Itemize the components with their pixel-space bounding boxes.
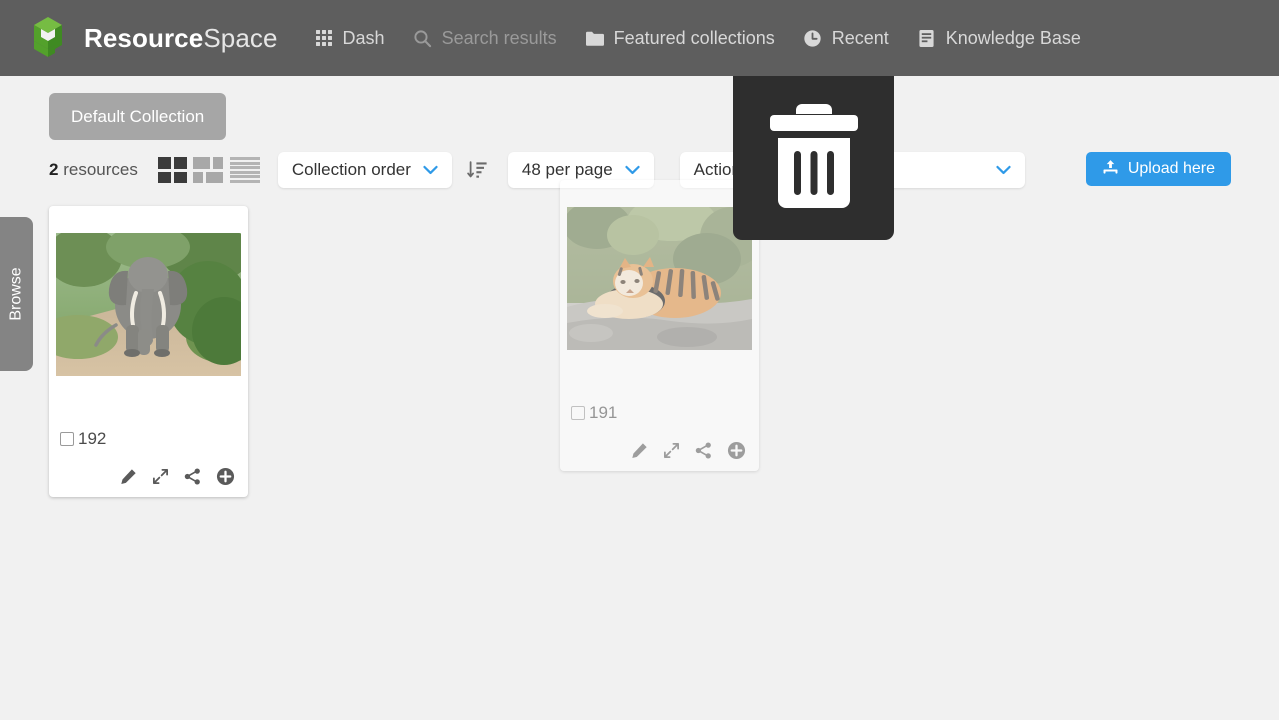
page-content: Browse Default Collection 2 resources Co… bbox=[0, 76, 1279, 720]
resource-actions bbox=[120, 467, 235, 486]
main-navigation: Dash Search results Featured collections… bbox=[314, 28, 1109, 49]
nav-label-recent: Recent bbox=[831, 27, 889, 48]
resource-count-number: 2 bbox=[49, 160, 59, 179]
resource-select-checkbox[interactable] bbox=[60, 432, 74, 446]
resource-actions bbox=[631, 441, 746, 460]
nav-label-search-results: Search results bbox=[441, 27, 557, 48]
nav-item-knowledge-base[interactable]: Knowledge Base bbox=[917, 28, 1081, 49]
nav-label-featured-collections: Featured collections bbox=[613, 27, 775, 48]
resource-thumbnail[interactable] bbox=[56, 233, 241, 376]
collection-order-select[interactable]: Collection order bbox=[277, 152, 452, 188]
chevron-down-icon bbox=[625, 165, 640, 175]
brand-light: Space bbox=[203, 22, 278, 53]
expand-icon[interactable] bbox=[663, 442, 680, 459]
resourcespace-cube-logo[interactable] bbox=[24, 14, 72, 62]
brand-bold: Resource bbox=[84, 22, 204, 53]
per-page-value: 48 per page bbox=[521, 160, 613, 179]
search-icon bbox=[413, 28, 433, 48]
upload-button-label: Upload here bbox=[1127, 160, 1215, 177]
collection-tab-default-collection[interactable]: Default Collection bbox=[49, 93, 227, 140]
clock-icon bbox=[803, 28, 823, 48]
nav-item-search-results[interactable]: Search results bbox=[413, 28, 557, 49]
chevron-down-icon bbox=[423, 165, 438, 175]
edit-icon[interactable] bbox=[631, 442, 648, 459]
grid-icon bbox=[314, 28, 334, 48]
trash-icon bbox=[764, 102, 864, 214]
resource-count: 2 resources bbox=[49, 160, 138, 180]
view-mode-switcher bbox=[157, 157, 260, 183]
large-grid-view-icon[interactable] bbox=[157, 157, 187, 183]
browse-tab-label: Browse bbox=[7, 267, 25, 321]
upload-icon bbox=[1102, 159, 1119, 180]
chevron-down-icon bbox=[996, 165, 1011, 175]
delete-drop-target[interactable] bbox=[733, 76, 894, 240]
browse-side-tab[interactable]: Browse bbox=[0, 217, 33, 371]
nav-label-knowledge-base: Knowledge Base bbox=[945, 27, 1081, 48]
collection-order-value: Collection order bbox=[291, 160, 411, 179]
nav-label-dash: Dash bbox=[342, 27, 385, 48]
upload-here-button[interactable]: Upload here bbox=[1085, 152, 1231, 186]
folder-icon bbox=[585, 28, 605, 48]
resource-meta: 191 bbox=[571, 403, 617, 423]
resource-thumbnail[interactable] bbox=[567, 207, 752, 350]
expand-icon[interactable] bbox=[152, 468, 169, 485]
app-header: ResourceSpace Dash Search results Featur… bbox=[0, 0, 1279, 76]
resource-card[interactable]: 192 bbox=[49, 206, 248, 497]
nav-item-recent[interactable]: Recent bbox=[803, 28, 889, 49]
nav-item-dash[interactable]: Dash bbox=[314, 28, 385, 49]
share-icon[interactable] bbox=[695, 442, 712, 459]
sort-descending-icon[interactable] bbox=[466, 159, 488, 181]
resource-id: 191 bbox=[589, 403, 618, 422]
add-to-collection-icon[interactable] bbox=[216, 467, 235, 486]
book-icon bbox=[917, 28, 937, 48]
nav-item-featured-collections[interactable]: Featured collections bbox=[585, 28, 775, 49]
resource-count-label: resources bbox=[63, 160, 138, 179]
mixed-grid-view-icon[interactable] bbox=[192, 157, 224, 183]
resource-meta: 192 bbox=[60, 429, 106, 449]
edit-icon[interactable] bbox=[120, 468, 137, 485]
resource-id: 192 bbox=[78, 429, 107, 448]
collection-tab-label: Default Collection bbox=[71, 106, 205, 126]
dragged-resource-card[interactable]: 191 bbox=[560, 180, 759, 471]
resource-select-checkbox[interactable] bbox=[571, 406, 585, 420]
brand-title[interactable]: ResourceSpace bbox=[84, 23, 278, 54]
share-icon[interactable] bbox=[184, 468, 201, 485]
add-to-collection-icon[interactable] bbox=[727, 441, 746, 460]
list-view-icon[interactable] bbox=[229, 157, 260, 183]
